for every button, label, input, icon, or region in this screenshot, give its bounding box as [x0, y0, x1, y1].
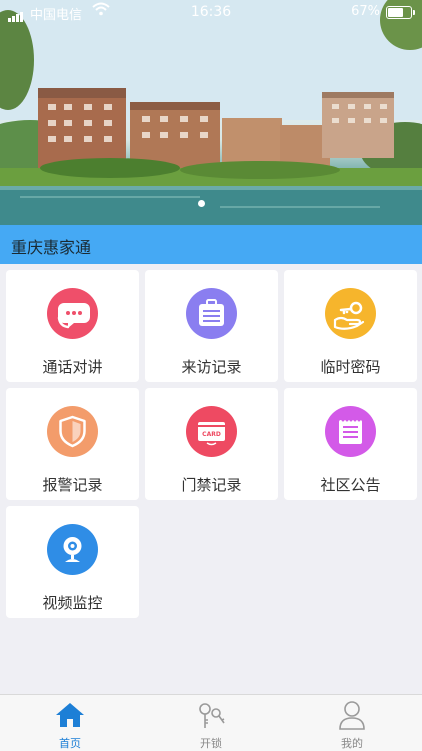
community-name: 重庆惠家通 [11, 238, 92, 257]
feature-tile-alarm-records[interactable]: 报警记录 [6, 388, 139, 500]
tab-label: 首页 [59, 737, 81, 750]
access-card-icon: CARD [186, 406, 237, 457]
briefcase-list-icon [186, 288, 237, 339]
community-title-bar: 重庆惠家通 [0, 225, 422, 264]
feature-label: 门禁记录 [181, 476, 242, 494]
shield-icon [47, 406, 98, 457]
feature-tile-access-records[interactable]: CARD 门禁记录 [145, 388, 278, 500]
tab-label: 我的 [341, 737, 363, 750]
feature-label: 报警记录 [42, 476, 103, 494]
tab-label: 开锁 [200, 737, 222, 750]
banner-image [0, 0, 422, 225]
banner-carousel[interactable]: 中国电信 16:36 67% [0, 0, 422, 225]
feature-label: 社区公告 [320, 476, 381, 494]
status-bar: 中国电信 16:36 67% [0, 0, 422, 24]
battery-percentage: 67% [351, 4, 380, 19]
feature-label: 来访记录 [181, 358, 242, 376]
tab-unlock[interactable]: 开锁 [141, 695, 281, 751]
feature-tile-community-notice[interactable]: 社区公告 [284, 388, 417, 500]
notice-board-icon [325, 406, 376, 457]
webcam-icon [47, 524, 98, 575]
feature-tile-temp-password[interactable]: 临时密码 [284, 270, 417, 382]
feature-tile-video-surveillance[interactable]: 视频监控 [6, 506, 139, 618]
feature-label: 通话对讲 [42, 358, 103, 376]
home-icon [54, 701, 86, 733]
feature-tile-visitor-records[interactable]: 来访记录 [145, 270, 278, 382]
key-hand-icon [325, 288, 376, 339]
chat-bubble-icon [47, 288, 98, 339]
bottom-tab-bar: 首页 开锁 我的 [0, 694, 422, 751]
battery-icon [386, 6, 415, 19]
tab-mine[interactable]: 我的 [282, 695, 422, 751]
feature-label: 临时密码 [320, 358, 381, 376]
carousel-indicator-dot[interactable] [198, 200, 205, 207]
feature-label: 视频监控 [42, 594, 103, 612]
feature-tile-intercom[interactable]: 通话对讲 [6, 270, 139, 382]
tab-home[interactable]: 首页 [0, 695, 140, 751]
keys-icon [196, 701, 226, 735]
user-icon [337, 699, 367, 735]
svg-text:CARD: CARD [202, 431, 221, 438]
